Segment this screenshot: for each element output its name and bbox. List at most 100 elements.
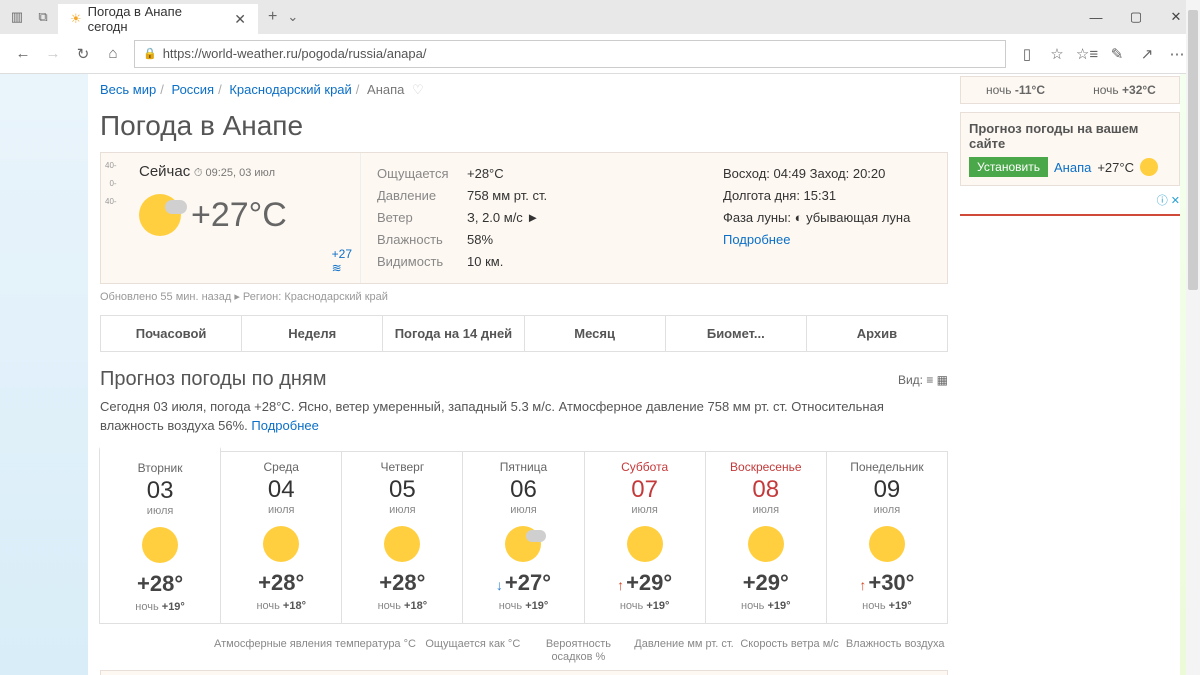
back-button[interactable]: ← [8, 39, 38, 69]
min-temp: -11°C [1015, 83, 1045, 97]
day-date: 06 [465, 476, 581, 504]
refresh-button[interactable]: ↻ [68, 39, 98, 69]
crumb-current: Анапа [367, 82, 404, 97]
wind-label: Ветер [377, 207, 467, 229]
page-bg-left [0, 74, 88, 675]
day-temp: ↑+29° [587, 570, 703, 596]
widget-city[interactable]: Анапа [1054, 160, 1091, 175]
tab-actions-icon[interactable]: ⧉ [32, 6, 54, 28]
tab-week[interactable]: Неделя [242, 316, 383, 351]
reading-view-icon[interactable]: ▯ [1012, 39, 1042, 69]
day-name: Четверг [344, 460, 460, 474]
tab-14days[interactable]: Погода на 14 дней [383, 316, 524, 351]
scrollbar[interactable] [1186, 0, 1200, 675]
share-icon[interactable]: ↗ [1132, 39, 1162, 69]
day-month: июля [587, 504, 703, 516]
max-temp: +32°C [1122, 83, 1156, 97]
widget-heading: Прогноз погоды на вашем сайте [969, 121, 1171, 151]
tab-month[interactable]: Месяц [525, 316, 666, 351]
day-card[interactable]: Вторник03июля+28°ночь +19° [99, 447, 221, 624]
day-temp: +28° [102, 571, 218, 597]
day-temp: +28° [344, 570, 460, 596]
sea-temp-link[interactable]: +27≋ [332, 247, 352, 275]
day-date: 04 [223, 476, 339, 504]
new-tab-button[interactable]: + [268, 8, 277, 26]
day-name: Понедельник [829, 460, 945, 474]
close-tab-icon[interactable]: ✕ [234, 11, 246, 28]
ad-divider [960, 214, 1180, 216]
humidity-label: Влажность [377, 229, 467, 251]
day-card[interactable]: Четверг05июля+28°ночь +18° [341, 451, 463, 624]
tab-biomet[interactable]: Биомет... [666, 316, 807, 351]
day-card[interactable]: Пятница06июля↓+27°ночь +19° [462, 451, 584, 624]
sunrise-sunset: Восход: 04:49 Заход: 20:20 [723, 163, 931, 185]
url-text: https://world-weather.ru/pogoda/russia/a… [163, 46, 427, 61]
sidebar-toggle-icon[interactable]: ▥ [6, 6, 28, 28]
updated-text: Обновлено 55 мин. назад ▸ Регион: Красно… [100, 284, 948, 309]
favicon-icon: ☀ [70, 11, 82, 27]
day-temp: ↓+27° [465, 570, 581, 596]
favorites-icon[interactable]: ☆≡ [1072, 39, 1102, 69]
ad-close[interactable]: ⓘ ✕ [960, 186, 1180, 214]
day-night-temp: ночь +19° [102, 601, 218, 613]
now-temperature: +27°C [191, 196, 287, 235]
tab-hourly[interactable]: Почасовой [101, 316, 242, 351]
heart-icon[interactable]: ♡ [412, 82, 424, 97]
forward-button[interactable]: → [38, 39, 68, 69]
star-icon[interactable]: ☆ [1042, 39, 1072, 69]
section-heading: Прогноз погоды по дням [100, 352, 948, 397]
day-weather-icon [263, 526, 299, 562]
tab-archive[interactable]: Архив [807, 316, 947, 351]
day-name: Пятница [465, 460, 581, 474]
titlebar: ▥ ⧉ ☀ Погода в Анапе сегодн ✕ + ⌄ — ▢ ✕ [0, 0, 1200, 34]
crumb-region[interactable]: Краснодарский край [229, 82, 351, 97]
url-input[interactable]: 🔒 https://world-weather.ru/pogoda/russia… [134, 40, 1006, 68]
visibility-label: Видимость [377, 251, 467, 273]
sidebar: ночь -11°C ночь +32°C Прогноз погоды на … [960, 74, 1180, 675]
view-toggle[interactable]: Вид: ≡ ▦ [898, 373, 948, 387]
day-date: 03 [102, 477, 218, 505]
now-label: Сейчас [139, 163, 190, 180]
day-month: июля [344, 504, 460, 516]
widget-temp: +27°C [1097, 160, 1134, 175]
now-time: ⏱ 09:25, 03 июл [194, 167, 275, 179]
visibility-value: 10 км. [467, 251, 503, 273]
forecast-tabs: Почасовой Неделя Погода на 14 дней Месяц… [100, 315, 948, 352]
day-month: июля [829, 504, 945, 516]
day-date: 08 [708, 476, 824, 504]
day-card[interactable]: Суббота07июля↑+29°ночь +19° [584, 451, 706, 624]
day-weather-icon [748, 526, 784, 562]
home-button[interactable]: ⌂ [98, 39, 128, 69]
day-name: Воскресенье [708, 460, 824, 474]
pressure-value: 758 мм рт. ст. [467, 185, 547, 207]
astro-more-link[interactable]: Подробнее [723, 229, 931, 251]
crumb-world[interactable]: Весь мир [100, 82, 156, 97]
day-card[interactable]: Понедельник09июля↑+30°ночь +19° [826, 451, 948, 624]
thermometer-scale: 40-0-40- [105, 161, 117, 206]
day-weather-icon [142, 527, 178, 563]
weather-now-icon [139, 194, 181, 236]
sun-icon [1140, 158, 1158, 176]
day-weather-icon [384, 526, 420, 562]
day-night-temp: ночь +18° [344, 600, 460, 612]
day-date: 07 [587, 476, 703, 504]
tab-title: Погода в Анапе сегодн [88, 4, 225, 34]
crumb-russia[interactable]: Россия [171, 82, 214, 97]
browser-tab[interactable]: ☀ Погода в Анапе сегодн ✕ [58, 4, 258, 34]
maximize-button[interactable]: ▢ [1116, 2, 1156, 32]
tab-chevron-icon[interactable]: ⌄ [287, 9, 298, 25]
pressure-label: Давление [377, 185, 467, 207]
day-card[interactable]: Среда04июля+28°ночь +18° [220, 451, 342, 624]
feels-value: +28°C [467, 163, 504, 185]
detail-table-header: Атмосферные явления температура °C Ощуща… [100, 638, 948, 664]
summary-more-link[interactable]: Подробнее [251, 418, 318, 433]
notes-icon[interactable]: ✎ [1102, 39, 1132, 69]
day-card[interactable]: Воскресенье08июля+29°ночь +19° [705, 451, 827, 624]
scrollbar-thumb[interactable] [1188, 10, 1198, 290]
day-weather-icon [869, 526, 905, 562]
day-night-temp: ночь +19° [708, 600, 824, 612]
minimize-button[interactable]: — [1076, 2, 1116, 32]
day-name: Вторник [102, 461, 218, 475]
install-button[interactable]: Установить [969, 157, 1048, 177]
day-night-temp: ночь +19° [587, 600, 703, 612]
